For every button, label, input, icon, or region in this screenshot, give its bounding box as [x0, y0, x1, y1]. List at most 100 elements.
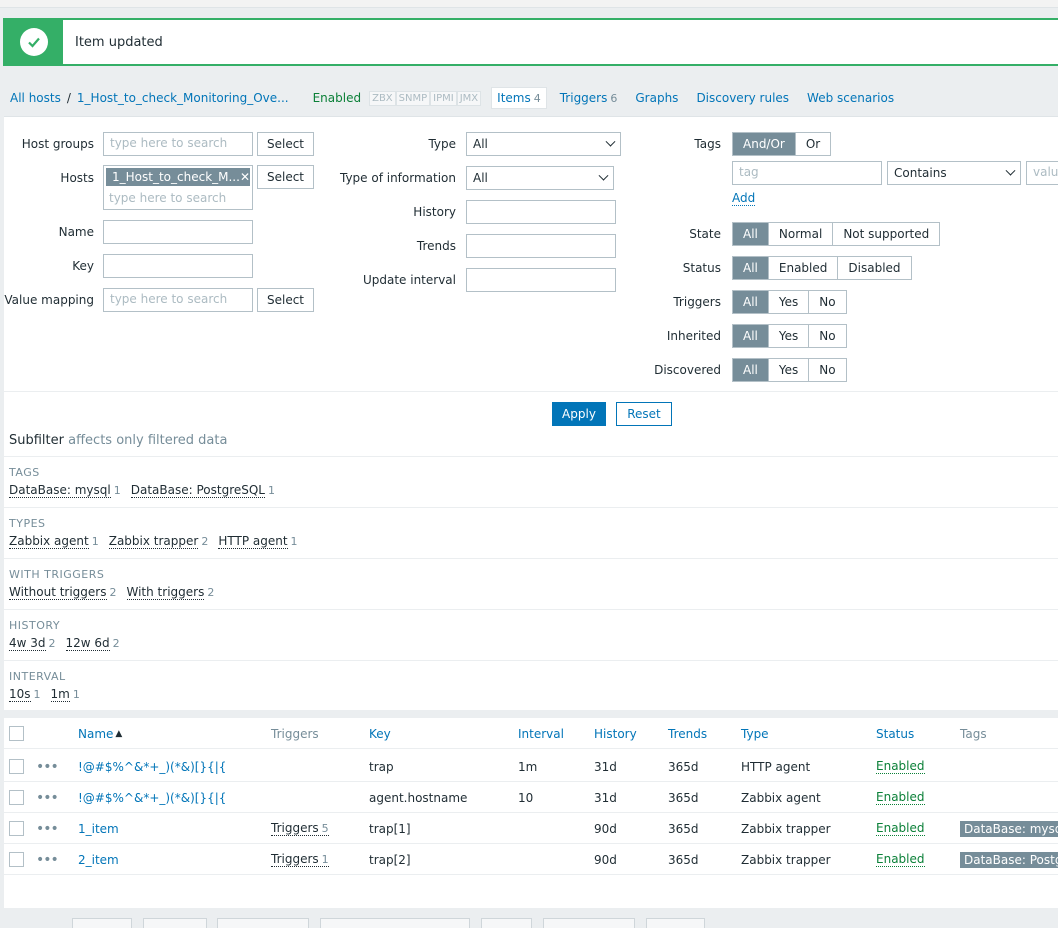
triggers-no-option[interactable]: No: [809, 291, 846, 313]
subfilter-item[interactable]: Zabbix agent 1: [9, 534, 99, 549]
mass-action-button[interactable]: [320, 918, 470, 928]
subfilter-item[interactable]: DataBase: mysql 1: [9, 483, 121, 498]
state-label: State: [689, 227, 721, 241]
value-mapping-input[interactable]: type here to search: [103, 288, 253, 312]
item-status[interactable]: Enabled: [876, 813, 925, 844]
name-input[interactable]: [103, 220, 253, 244]
hosts-placeholder[interactable]: type here to search: [109, 191, 226, 205]
table-header: Name ▲ Triggers Key Interval History Tren…: [4, 718, 1058, 749]
tags-and-or-option[interactable]: And/Or: [733, 133, 796, 155]
type-select[interactable]: All: [466, 132, 621, 156]
breadcrumb-host-name[interactable]: 1_Host_to_check_Monitoring_Ove...: [77, 91, 289, 105]
item-name-link[interactable]: 1_item: [78, 813, 119, 844]
tab-graphs[interactable]: Graphs: [630, 88, 683, 108]
mass-action-button[interactable]: [543, 918, 635, 928]
header-interval[interactable]: Interval: [518, 718, 564, 749]
apply-button[interactable]: Apply: [552, 402, 606, 426]
subfilter-item[interactable]: DataBase: PostgreSQL 1: [130, 483, 275, 498]
type-of-information-select[interactable]: All: [466, 166, 614, 190]
add-tag-link[interactable]: Add: [732, 191, 756, 206]
update-interval-input[interactable]: [466, 268, 616, 292]
breadcrumb-all-hosts[interactable]: All hosts: [10, 91, 61, 105]
mass-action-button[interactable]: [646, 918, 705, 928]
item-name-link[interactable]: !@#$%^&*+_)(*&)[}{|{: [78, 782, 226, 813]
subfilter-item[interactable]: With triggers 2: [126, 585, 214, 600]
row-checkbox[interactable]: [9, 844, 24, 875]
mass-action-button[interactable]: [72, 918, 132, 928]
value-mapping-select-button[interactable]: Select: [257, 288, 314, 312]
inherited-yes-option[interactable]: Yes: [768, 325, 810, 347]
mass-action-button[interactable]: [143, 918, 207, 928]
discovered-yes-option[interactable]: Yes: [768, 359, 810, 381]
header-trends[interactable]: Trends: [668, 718, 707, 749]
more-actions-icon[interactable]: •••: [36, 782, 59, 813]
inherited-no-option[interactable]: No: [809, 325, 846, 347]
history-input[interactable]: [466, 200, 616, 224]
trends-input[interactable]: [466, 234, 616, 258]
subfilter-item[interactable]: 12w 6d 2: [65, 636, 120, 651]
host-status[interactable]: Enabled: [313, 91, 362, 105]
status-enabled-option[interactable]: Enabled: [768, 257, 839, 279]
header-type[interactable]: Type: [741, 718, 769, 749]
subfilter-item[interactable]: 4w 3d 2: [9, 636, 56, 651]
row-checkbox[interactable]: [9, 782, 24, 813]
tag-value-input[interactable]: value: [1026, 161, 1058, 185]
tab-triggers[interactable]: Triggers 6: [555, 88, 623, 108]
checkbox-box: [9, 726, 24, 741]
update-interval-label: Update interval: [362, 273, 456, 287]
state-not-supported-option[interactable]: Not supported: [833, 223, 940, 245]
hosts-select-button[interactable]: Select: [257, 165, 314, 189]
triggers-all-option[interactable]: All: [733, 291, 769, 313]
subfilter-items: 10s 1 1m 1: [9, 687, 90, 702]
remove-chip-icon[interactable]: ✕: [240, 170, 250, 184]
key-input[interactable]: [103, 254, 253, 278]
subfilter-item[interactable]: HTTP agent 1: [218, 534, 298, 549]
tags-or-option[interactable]: Or: [795, 133, 831, 155]
item-name-link[interactable]: !@#$%^&*+_)(*&)[}{|{: [78, 751, 226, 782]
item-status[interactable]: Enabled: [876, 844, 925, 875]
jmx-badge: JMX: [456, 90, 482, 106]
tab-discovery-rules[interactable]: Discovery rules: [691, 88, 794, 108]
host-groups-select-button[interactable]: Select: [257, 132, 314, 156]
host-groups-input[interactable]: type here to search: [103, 132, 253, 156]
subfilter-item[interactable]: 10s 1: [9, 687, 41, 702]
item-status[interactable]: Enabled: [876, 751, 925, 782]
item-triggers-link[interactable]: Triggers 1: [271, 844, 329, 875]
item-triggers-link[interactable]: Triggers 5: [271, 813, 329, 844]
tag-name-input[interactable]: tag: [732, 161, 882, 185]
tag-chip: DataBase: Postgr: [960, 851, 1058, 868]
reset-button[interactable]: Reset: [616, 402, 672, 426]
mass-action-button[interactable]: [481, 918, 532, 928]
item-name-link[interactable]: 2_item: [78, 844, 119, 875]
header-status[interactable]: Status: [876, 718, 914, 749]
select-all-checkbox[interactable]: [9, 718, 24, 749]
discovered-no-option[interactable]: No: [809, 359, 846, 381]
status-all-option[interactable]: All: [733, 257, 769, 279]
triggers-yes-option[interactable]: Yes: [768, 291, 810, 313]
mass-action-button[interactable]: [217, 918, 309, 928]
header-name[interactable]: Name ▲: [78, 718, 122, 749]
more-actions-icon[interactable]: •••: [36, 751, 59, 782]
host-navigation: All hosts / 1_Host_to_check_Monitoring_O…: [10, 87, 907, 109]
subfilter-item[interactable]: Without triggers 2: [9, 585, 117, 600]
item-status-label: Enabled: [876, 821, 925, 836]
row-checkbox[interactable]: [9, 751, 24, 782]
tab-web-scenarios[interactable]: Web scenarios: [802, 88, 899, 108]
tag-operator-select[interactable]: Contains: [887, 161, 1021, 185]
items-table: Name ▲ Triggers Key Interval History Tren…: [4, 718, 1058, 908]
subfilter-heading: HISTORY: [9, 619, 61, 632]
tab-items[interactable]: Items 4: [491, 87, 547, 109]
more-actions-icon[interactable]: •••: [36, 813, 59, 844]
more-actions-icon[interactable]: •••: [36, 844, 59, 875]
inherited-all-option[interactable]: All: [733, 325, 769, 347]
discovered-all-option[interactable]: All: [733, 359, 769, 381]
status-disabled-option[interactable]: Disabled: [838, 257, 911, 279]
subfilter-item[interactable]: Zabbix trapper 2: [108, 534, 208, 549]
state-normal-option[interactable]: Normal: [768, 223, 834, 245]
header-history[interactable]: History: [594, 718, 637, 749]
header-key[interactable]: Key: [369, 718, 391, 749]
state-all-option[interactable]: All: [733, 223, 769, 245]
item-status[interactable]: Enabled: [876, 782, 925, 813]
subfilter-item[interactable]: 1m 1: [50, 687, 80, 702]
row-checkbox[interactable]: [9, 813, 24, 844]
